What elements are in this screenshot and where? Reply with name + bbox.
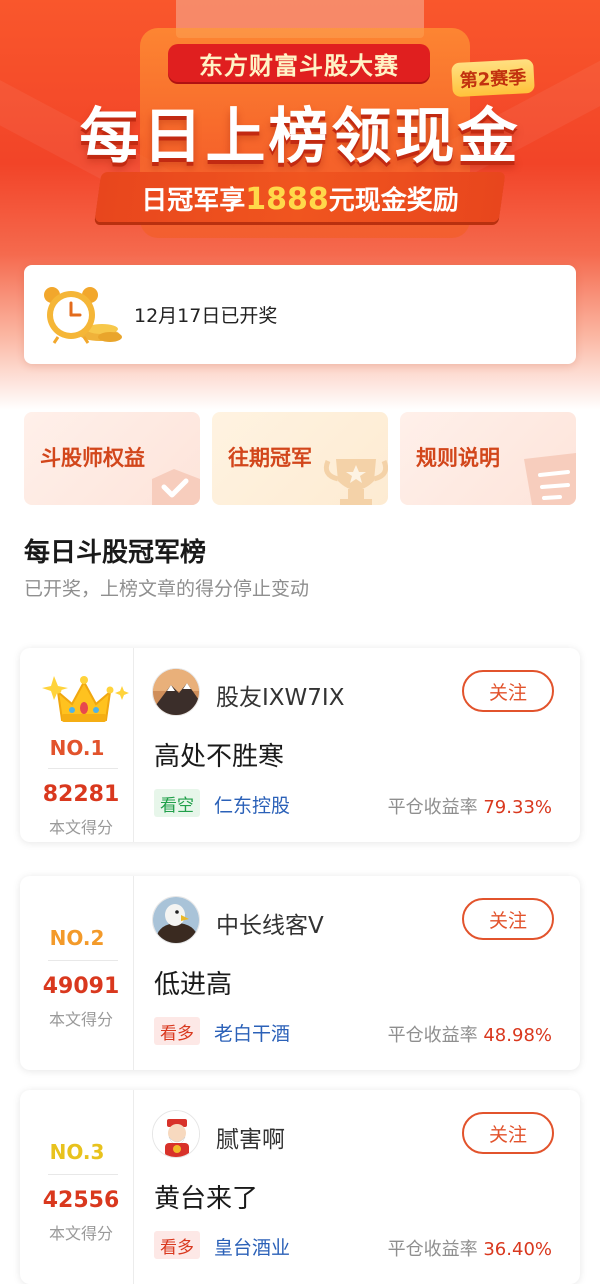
prize-suffix: 元现金奖励	[328, 186, 459, 216]
rank-column: NO.1 82281 本文得分	[20, 648, 134, 842]
rank-number: NO.1	[49, 736, 105, 760]
follow-button[interactable]: 关注	[462, 1112, 554, 1154]
user-name[interactable]: 股友IXW7IX	[216, 678, 344, 712]
entry-rules[interactable]: 规则说明	[400, 412, 576, 505]
avatar[interactable]	[152, 1110, 200, 1158]
article-score: 82281	[42, 782, 120, 807]
view-tag: 看多	[154, 1017, 200, 1045]
contest-name-pill: 东方财富斗股大赛	[168, 44, 430, 82]
alarm-clock-icon	[44, 287, 122, 344]
user-name[interactable]: 中长线客V	[216, 906, 324, 940]
close-yield: 平仓收益率 36.40%	[388, 1235, 552, 1261]
mountain-avatar-icon	[153, 669, 199, 715]
prize-amount: 1888	[245, 182, 329, 217]
rank-divider	[48, 960, 118, 961]
view-tag: 看多	[154, 1231, 200, 1259]
view-tag: 看空	[154, 789, 200, 817]
yield-value: 79.33%	[483, 797, 552, 818]
rank-card-2[interactable]: NO.2 49091 本文得分 中长线客V 关注 低进高 看多 老白干酒 平仓收…	[20, 876, 580, 1070]
app-root: 东方财富斗股大赛 第2赛季 每日上榜领现金 日冠军享1888元现金奖励 12月1…	[0, 0, 600, 1284]
fortune-god-avatar-icon	[153, 1111, 199, 1157]
draw-status-card[interactable]: 12月17日已开奖	[24, 265, 576, 364]
crown-icon	[42, 676, 129, 722]
trophy-icon	[323, 459, 388, 505]
stock-name-link[interactable]: 皇台酒业	[214, 1233, 290, 1260]
rank-column: NO.2 49091 本文得分	[20, 876, 134, 1070]
rank-number: NO.3	[49, 1140, 105, 1164]
check-badge-icon	[152, 469, 200, 505]
prize-line: 日冠军享1888元现金奖励	[0, 180, 600, 217]
stock-name-link[interactable]: 仁东控股	[214, 791, 290, 818]
article-score-label: 本文得分	[48, 1224, 113, 1243]
yield-label: 平仓收益率	[387, 797, 478, 818]
stock-name-link[interactable]: 老白干酒	[214, 1019, 290, 1046]
rank-card-1[interactable]: NO.1 82281 本文得分 股友IXW7IX 关注 高处不胜寒 看空 仁东控…	[20, 648, 580, 842]
section-subtitle: 已开奖，上榜文章的得分停止变动	[24, 578, 310, 600]
draw-status-text: 12月17日已开奖	[134, 305, 278, 327]
yield-value: 48.98%	[483, 1025, 552, 1046]
follow-button[interactable]: 关注	[462, 898, 554, 940]
close-yield: 平仓收益率 48.98%	[388, 1021, 552, 1047]
article-score-label: 本文得分	[48, 818, 113, 837]
yield-value: 36.40%	[483, 1239, 552, 1260]
section-title: 每日斗股冠军榜	[24, 538, 207, 568]
article-score-label: 本文得分	[48, 1010, 113, 1029]
entry-label: 规则说明	[416, 446, 500, 470]
entry-past-champions[interactable]: 往期冠军	[212, 412, 388, 505]
prize-prefix: 日冠军享	[141, 186, 246, 216]
yield-label: 平仓收益率	[387, 1239, 478, 1260]
avatar[interactable]	[152, 896, 200, 944]
post-title[interactable]: 高处不胜寒	[154, 736, 284, 773]
close-yield: 平仓收益率 79.33%	[388, 793, 552, 819]
eagle-avatar-icon	[153, 897, 199, 943]
article-score: 42556	[42, 1188, 120, 1213]
avatar[interactable]	[152, 668, 200, 716]
follow-button[interactable]: 关注	[462, 670, 554, 712]
post-title[interactable]: 黄台来了	[154, 1178, 258, 1215]
article-score: 49091	[42, 974, 120, 999]
banner-headline: 每日上榜领现金	[79, 102, 521, 172]
rank-divider	[48, 768, 118, 769]
rank-number: NO.2	[49, 926, 105, 950]
entry-label: 往期冠军	[228, 446, 312, 470]
entry-investor-benefits[interactable]: 斗股师权益	[24, 412, 200, 505]
document-icon	[524, 453, 576, 505]
rank-column: NO.3 42556 本文得分	[20, 1090, 134, 1284]
post-title[interactable]: 低进高	[154, 964, 232, 1001]
rank-divider	[48, 1174, 118, 1175]
user-name[interactable]: 腻害啊	[216, 1120, 285, 1154]
rank-card-3[interactable]: NO.3 42556 本文得分 腻害啊 关注 黄台来了 看多 皇台酒业 平仓收益…	[20, 1090, 580, 1284]
yield-label: 平仓收益率	[387, 1025, 478, 1046]
